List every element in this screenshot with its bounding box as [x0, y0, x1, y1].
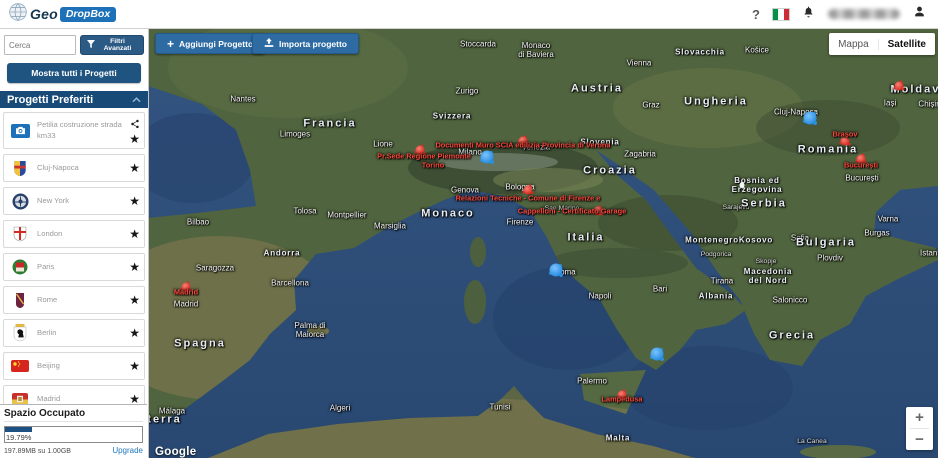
import-project-label: Importa progetto	[279, 38, 347, 49]
map-project-label[interactable]: Cappelloni - Certificato Garage	[518, 207, 626, 217]
zoom-in-button[interactable]: +	[906, 407, 933, 428]
map-canvas[interactable]: Nantes Francia Limoges Lione Svizzera Zurigo S…	[148, 28, 938, 458]
map-type-mappa[interactable]: Mappa	[829, 39, 878, 50]
favorite-star-icon[interactable]: ★	[129, 261, 140, 273]
map-marker-layer	[148, 28, 938, 458]
map-project-label[interactable]: Madrid	[174, 288, 198, 298]
storage-usage-text: 197.89MB su 1.00GB	[4, 448, 71, 455]
project-label: New York	[37, 195, 70, 205]
project-item[interactable]: New York ★	[3, 187, 145, 215]
blue-map-marker[interactable]	[480, 150, 494, 164]
project-item[interactable]: Cluj-Napoca ★	[3, 154, 145, 182]
map-project-label[interactable]: Relazioni Tecniche - Comune di Firenze e	[456, 194, 601, 204]
zoom-control: + −	[906, 407, 933, 450]
favorite-star-icon[interactable]: ★	[129, 133, 140, 145]
cluj-crest-icon	[8, 160, 32, 177]
show-all-projects-button[interactable]: Mostra tutti i Progetti	[7, 63, 141, 83]
london-crest-icon	[8, 226, 32, 242]
advanced-filters-button[interactable]: Filtri Avanzati	[80, 35, 144, 55]
project-list: Petilia costruzione strada km33 ★ Cluj-Nap…	[0, 108, 148, 413]
add-project-button[interactable]: + Aggiungi Progetto	[155, 33, 266, 54]
project-label: London	[37, 228, 63, 238]
storage-panel: Spazio Occupato 19.79% 197.89MB su 1.00G…	[0, 404, 147, 458]
top-bar: Geo DropBox ?	[0, 0, 938, 29]
user-email-redacted	[828, 9, 900, 19]
project-label: Berlin	[37, 327, 57, 337]
storage-progressbar: 19.79%	[4, 426, 143, 443]
favorite-star-icon[interactable]: ★	[129, 294, 140, 306]
storage-progress-fill	[5, 427, 33, 432]
project-label: Paris	[37, 261, 55, 271]
storage-percent: 19.79%	[6, 433, 32, 442]
plus-icon: +	[167, 36, 175, 51]
project-item[interactable]: Berlin ★	[3, 319, 145, 347]
upload-icon	[264, 37, 274, 50]
china-flag-icon	[8, 360, 32, 372]
search-input[interactable]	[4, 35, 76, 55]
project-label: Cluj-Napoca	[37, 162, 79, 172]
project-item[interactable]: Paris ★	[3, 253, 145, 281]
camera-icon	[8, 123, 32, 138]
project-label: Beijing	[37, 360, 60, 370]
import-project-button[interactable]: Importa progetto	[252, 33, 359, 54]
white-map-marker	[739, 182, 745, 188]
logo-text-dropbox: DropBox	[59, 6, 117, 22]
project-item[interactable]: Beijing ★	[3, 352, 145, 380]
project-label: Rome	[37, 294, 58, 304]
storage-title: Spazio Occupato	[4, 408, 143, 422]
map-type-toggle: Mappa Satellite	[829, 33, 935, 55]
filter-funnel-icon	[87, 40, 95, 50]
app-logo: Geo DropBox	[8, 2, 117, 27]
map-project-label[interactable]: București	[844, 161, 878, 171]
sidebar: Filtri Avanzati Mostra tutti i Progetti …	[0, 28, 149, 458]
blue-map-marker[interactable]	[650, 347, 664, 361]
paris-crest-icon	[8, 259, 32, 275]
add-project-label: Aggiungi Progetto	[179, 38, 254, 49]
upgrade-link[interactable]: Upgrade	[112, 446, 143, 455]
notifications-bell-icon[interactable]	[802, 5, 815, 24]
map-project-label[interactable]: Lampedusa	[601, 395, 642, 405]
chevron-up-icon[interactable]	[132, 94, 141, 106]
map-project-label[interactable]: Documenti Muro SCIA edilizia Provincia d…	[435, 141, 610, 151]
project-item[interactable]: Rome ★	[3, 286, 145, 314]
project-label: Petilia costruzione strada km33	[37, 120, 122, 140]
google-logo: Google	[155, 446, 197, 458]
user-account-icon[interactable]	[913, 5, 926, 23]
favorites-header[interactable]: Progetti Preferiti	[0, 91, 148, 108]
favorite-star-icon[interactable]: ★	[129, 360, 140, 372]
map-project-label[interactable]: Brașov	[832, 130, 857, 140]
language-flag-icon[interactable]	[772, 7, 790, 21]
map-project-label[interactable]: Torino	[422, 161, 444, 171]
favorites-header-label: Progetti Preferiti	[7, 93, 94, 106]
project-label: Madrid	[37, 393, 61, 403]
blue-map-marker[interactable]	[803, 111, 817, 125]
nyc-seal-icon	[8, 193, 32, 210]
map-type-satellite[interactable]: Satellite	[877, 38, 935, 50]
project-item[interactable]: Petilia costruzione strada km33 ★	[3, 112, 145, 149]
blue-map-marker[interactable]	[549, 263, 563, 277]
favorite-star-icon[interactable]: ★	[129, 162, 140, 174]
logo-text-geo: Geo	[30, 6, 58, 22]
advanced-filters-label: Filtri Avanzati	[103, 38, 132, 52]
help-icon[interactable]: ?	[752, 7, 760, 22]
project-item[interactable]: London ★	[3, 220, 145, 248]
share-icon[interactable]	[130, 117, 140, 133]
globe-icon	[8, 2, 28, 27]
red-map-marker[interactable]	[894, 81, 904, 91]
favorite-star-icon[interactable]: ★	[129, 195, 140, 207]
favorite-star-icon[interactable]: ★	[129, 327, 140, 339]
favorite-star-icon[interactable]: ★	[129, 228, 140, 240]
zoom-out-button[interactable]: −	[906, 429, 933, 450]
rome-crest-icon	[8, 292, 32, 309]
berlin-crest-icon	[8, 324, 32, 342]
